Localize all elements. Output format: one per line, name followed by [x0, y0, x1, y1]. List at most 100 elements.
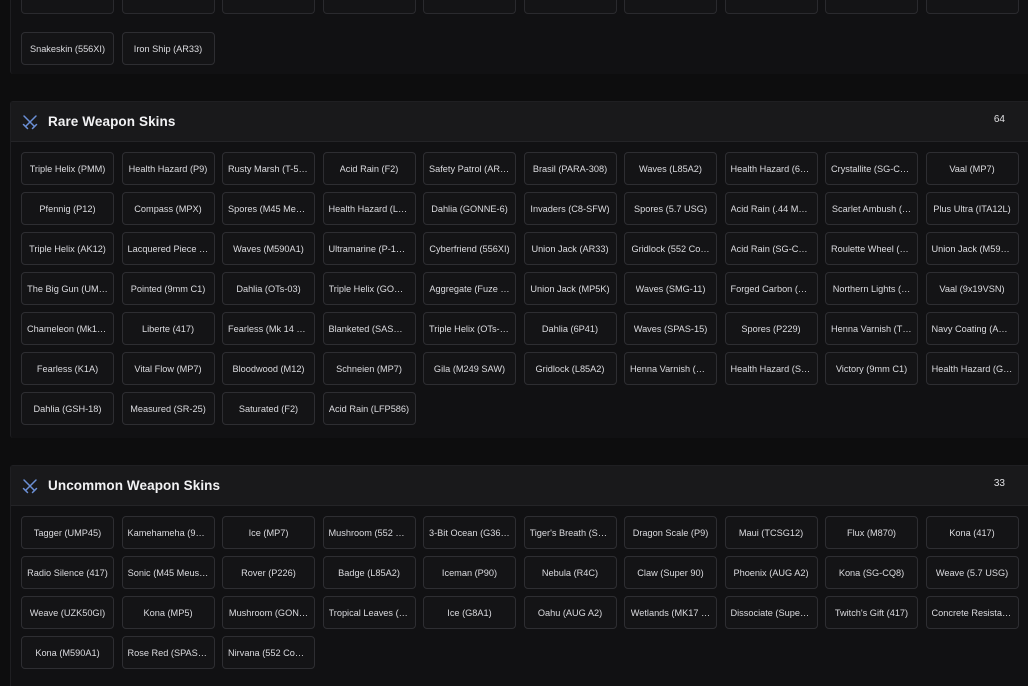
skin-item-card[interactable]: Acid Rain (.44 MA… — [724, 192, 818, 225]
skin-item-card[interactable]: Victory (9mm C1) — [825, 352, 918, 385]
skin-item-card[interactable]: Nebula (R4C) — [523, 556, 617, 589]
skin-item-card[interactable]: Chameleon (Mk1 … — [21, 312, 114, 345]
skin-item-card[interactable]: Dragon Scale (P9) — [624, 516, 717, 549]
skin-item-card[interactable]: Northern Lights (… — [825, 272, 918, 305]
skin-item-card[interactable]: Rover (P226) — [222, 556, 315, 589]
skin-item-card[interactable]: Dahlia (GONNE-6) — [423, 192, 516, 225]
skin-item-card[interactable]: Navy Coating (AK… — [925, 312, 1019, 345]
skin-item-card[interactable]: Health Hazard (LF… — [322, 192, 416, 225]
skin-item-card[interactable]: Spores (P229) — [724, 312, 818, 345]
skin-item-card[interactable]: Tiger's Breath (Su… — [523, 516, 617, 549]
skin-item-card[interactable]: Kona (417) — [925, 516, 1019, 549]
skin-item-card[interactable]: Waves (SPAS-15) — [624, 312, 717, 345]
skin-item-card[interactable]: Sonic (M45 Meus… — [121, 556, 215, 589]
skin-item-card[interactable]: Wetlands (MK17 … — [624, 596, 717, 629]
skin-item-card[interactable]: Badge (L85A2) — [322, 556, 416, 589]
skin-item-card[interactable]: Concrete Resistan… — [925, 596, 1019, 629]
skin-item-card[interactable]: Measured (SR-25) — [121, 392, 215, 425]
skin-item-card[interactable]: Kona (SG-CQ8) — [825, 556, 918, 589]
skin-item-card[interactable]: Flux (M870) — [825, 516, 918, 549]
skin-item-card[interactable]: Health Hazard (G… — [925, 352, 1019, 385]
skin-item-card[interactable]: Dahlia (OTs-03) — [222, 272, 315, 305]
skin-item-card[interactable]: Triple Helix (PMM) — [21, 152, 114, 185]
skin-item-card[interactable]: Waves (L85A2) — [624, 152, 717, 185]
skin-item-card[interactable]: Tagger (UMP45) — [21, 516, 114, 549]
skin-item-card[interactable]: Triple Helix (GON… — [322, 272, 416, 305]
item-card-partial[interactable] — [121, 0, 215, 14]
skin-item-card[interactable]: Scarlet Ambush (… — [825, 192, 918, 225]
skin-item-card[interactable]: Rose Red (SPAS-12) — [121, 636, 215, 669]
skin-item-card[interactable]: The Big Gun (UM… — [21, 272, 114, 305]
skin-item-card[interactable]: Vaal (MP7) — [925, 152, 1019, 185]
item-card-partial[interactable] — [423, 0, 516, 14]
skin-item-card[interactable]: Twitch's Gift (417) — [825, 596, 918, 629]
skin-item-card[interactable]: Rusty Marsh (T-5 … — [222, 152, 315, 185]
skin-item-card[interactable]: Maui (TCSG12) — [724, 516, 818, 549]
skin-item-card[interactable]: Liberte (417) — [121, 312, 215, 345]
skin-item-card[interactable]: Mushroom (GON… — [222, 596, 315, 629]
skin-item-card[interactable]: Safety Patrol (AR33) — [423, 152, 516, 185]
skin-item-card[interactable]: Dissociate (Super … — [724, 596, 818, 629]
skin-item-card[interactable]: Union Jack (M590… — [925, 232, 1019, 265]
item-card-partial[interactable] — [523, 0, 617, 14]
skin-item-card[interactable]: Ice (MP7) — [222, 516, 315, 549]
skin-item-card[interactable]: Bloodwood (M12) — [222, 352, 315, 385]
skin-item-card[interactable]: Claw (Super 90) — [624, 556, 717, 589]
skin-item-card[interactable]: Acid Rain (LFP586) — [322, 392, 416, 425]
skin-item-card[interactable]: Henna Varnish (A… — [624, 352, 717, 385]
skin-item-card[interactable]: Union Jack (AR33) — [523, 232, 617, 265]
skin-item-card[interactable]: Lacquered Piece (… — [121, 232, 215, 265]
item-card-partial[interactable] — [322, 0, 416, 14]
skin-item-card[interactable]: Gridlock (552 Co… — [624, 232, 717, 265]
skin-item-card[interactable]: Mushroom (552 C… — [322, 516, 416, 549]
skin-item-card[interactable]: Gridlock (L85A2) — [523, 352, 617, 385]
item-card-partial[interactable] — [222, 0, 315, 14]
skin-item-card[interactable]: Pointed (9mm C1) — [121, 272, 215, 305]
skin-item-card[interactable]: Oahu (AUG A2) — [523, 596, 617, 629]
skin-item-card[interactable]: Triple Helix (AK12) — [21, 232, 114, 265]
skin-item-card[interactable]: Vaal (9x19VSN) — [925, 272, 1019, 305]
skin-item-card[interactable]: Snakeskin (556XI) — [21, 32, 114, 65]
skin-item-card[interactable]: Waves (M590A1) — [222, 232, 315, 265]
skin-item-card[interactable]: Kona (MP5) — [121, 596, 215, 629]
skin-item-card[interactable]: Blanketed (SASG-… — [322, 312, 416, 345]
skin-item-card[interactable]: Phoenix (AUG A2) — [724, 556, 818, 589]
skin-item-card[interactable]: Kamehameha (9x… — [121, 516, 215, 549]
skin-item-card[interactable]: Union Jack (MP5K) — [523, 272, 617, 305]
skin-item-card[interactable]: Iceman (P90) — [423, 556, 516, 589]
item-card-partial[interactable] — [925, 0, 1019, 14]
skin-item-card[interactable]: Kona (M590A1) — [21, 636, 114, 669]
item-card-partial[interactable] — [724, 0, 818, 14]
skin-item-card[interactable]: Acid Rain (SG-CQ8) — [724, 232, 818, 265]
skin-item-card[interactable]: Gila (M249 SAW) — [423, 352, 516, 385]
skin-item-card[interactable]: Spores (M45 Meu… — [222, 192, 315, 225]
skin-item-card[interactable]: Triple Helix (OTs-0… — [423, 312, 516, 345]
skin-item-card[interactable]: Ultramarine (P-10C) — [322, 232, 416, 265]
skin-item-card[interactable]: Invaders (C8-SFW) — [523, 192, 617, 225]
item-card-partial[interactable] — [825, 0, 918, 14]
skin-item-card[interactable]: Ice (G8A1) — [423, 596, 516, 629]
skin-item-card[interactable]: Schneien (MP7) — [322, 352, 416, 385]
skin-item-card[interactable]: Fearless (Mk 14 E… — [222, 312, 315, 345]
skin-item-card[interactable]: Acid Rain (F2) — [322, 152, 416, 185]
skin-item-card[interactable]: Brasil (PARA-308) — [523, 152, 617, 185]
item-card-partial[interactable] — [21, 0, 114, 14]
skin-item-card[interactable]: Dahlia (GSH-18) — [21, 392, 114, 425]
skin-item-card[interactable]: Weave (UZK50GI) — [21, 596, 114, 629]
skin-item-card[interactable]: Cyberfriend (556XI) — [423, 232, 516, 265]
skin-item-card[interactable]: Spores (5.7 USG) — [624, 192, 717, 225]
section-header[interactable]: Uncommon Weapon Skins 33 — [11, 466, 1028, 506]
skin-item-card[interactable]: Crystallite (SG-CQ8) — [825, 152, 918, 185]
skin-item-card[interactable]: Aggregate (Fuze … — [423, 272, 516, 305]
skin-item-card[interactable]: Vital Flow (MP7) — [121, 352, 215, 385]
skin-item-card[interactable]: Health Hazard (Sp… — [724, 352, 818, 385]
section-header[interactable]: Rare Weapon Skins 64 — [11, 102, 1028, 142]
skin-item-card[interactable]: Radio Silence (417) — [21, 556, 114, 589]
skin-item-card[interactable]: 3-Bit Ocean (G36C) — [423, 516, 516, 549]
skin-item-card[interactable]: Iron Ship (AR33) — [121, 32, 215, 65]
skin-item-card[interactable]: Roulette Wheel (A… — [825, 232, 918, 265]
skin-item-card[interactable]: Waves (SMG-11) — [624, 272, 717, 305]
skin-item-card[interactable]: Nirvana (552 Com… — [222, 636, 315, 669]
skin-item-card[interactable]: Health Hazard (P9) — [121, 152, 215, 185]
skin-item-card[interactable]: Pfennig (P12) — [21, 192, 114, 225]
